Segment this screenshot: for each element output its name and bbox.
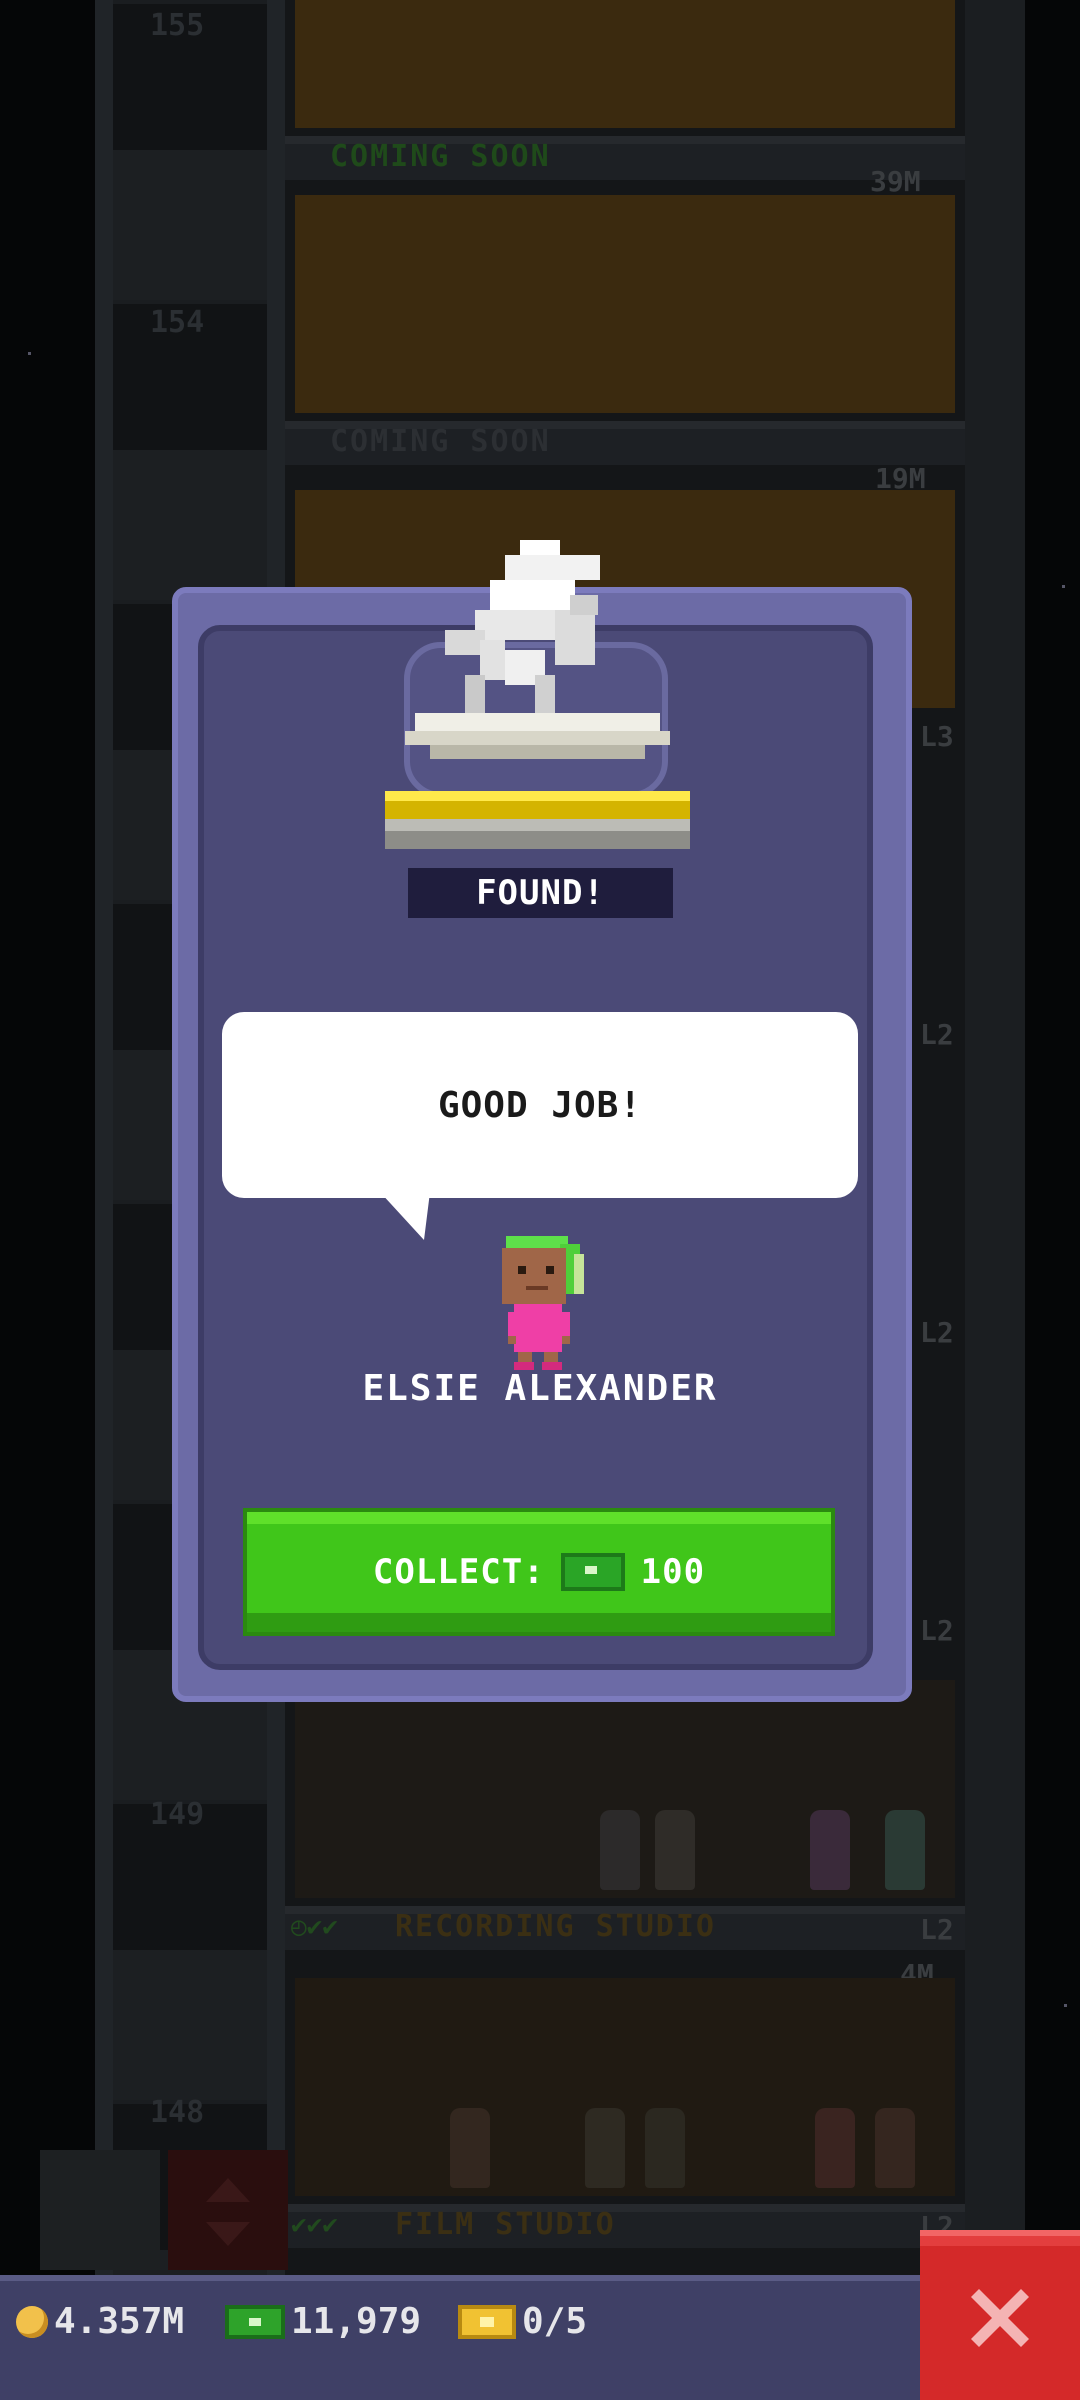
person — [585, 2108, 625, 2188]
level-label: L2 — [920, 1614, 954, 1647]
floor-number: 154 — [150, 305, 205, 340]
character-avatar — [502, 1236, 584, 1370]
floor-slab — [285, 2204, 965, 2248]
collect-button[interactable]: COLLECT: 100 — [243, 1508, 835, 1636]
elevator-stop-button[interactable] — [40, 2150, 160, 2270]
collect-label: COLLECT: — [372, 1552, 545, 1592]
collect-amount: 100 — [640, 1552, 706, 1592]
horse-trophy-icon — [385, 540, 690, 849]
bux-stat[interactable]: 11,979 — [225, 2301, 421, 2342]
tickets-value: 0/5 — [522, 2301, 588, 2342]
room-film-studio — [295, 1978, 955, 2196]
status-bar: 4.357M 11,979 0/5 — [0, 2275, 925, 2400]
level-label: L2 — [920, 1316, 954, 1349]
level-label: L2 — [920, 1018, 954, 1051]
floor-149[interactable]: ◴✔✔ RECORDING STUDIO — [285, 1660, 965, 1950]
elevator-up-down-button[interactable] — [168, 2150, 288, 2270]
person — [450, 2108, 490, 2188]
person — [810, 1810, 850, 1890]
floor-number: 148 — [150, 2095, 205, 2130]
bux-value: 11,979 — [291, 2301, 422, 2342]
close-button[interactable] — [920, 2230, 1080, 2400]
ticket-icon — [458, 2304, 516, 2339]
bux-icon — [560, 1553, 625, 1591]
speech-text: GOOD JOB! — [437, 1084, 643, 1126]
status-checks: ◴✔✔ — [291, 1912, 338, 1942]
level-label: L3 — [920, 720, 954, 753]
person — [815, 2108, 855, 2188]
floor-155[interactable]: COMING SOON — [285, 0, 965, 180]
room-construction — [295, 0, 955, 128]
person — [645, 2108, 685, 2188]
person — [875, 2108, 915, 2188]
room-construction — [295, 195, 955, 413]
speech-bubble: GOOD JOB! — [222, 1012, 858, 1198]
level-label: L2 — [920, 1913, 954, 1946]
floor-148[interactable]: ✔✔✔ FILM STUDIO — [285, 1958, 965, 2248]
person — [885, 1810, 925, 1890]
person — [600, 1810, 640, 1890]
up-down-arrows-icon — [206, 2178, 250, 2246]
close-icon — [971, 2289, 1029, 2347]
speech-bubble-tail — [380, 1192, 430, 1240]
bux-icon — [225, 2304, 285, 2339]
tickets-stat[interactable]: 0/5 — [458, 2301, 587, 2342]
person — [655, 1810, 695, 1890]
floor-number: 149 — [150, 1797, 205, 1832]
floor-label: RECORDING STUDIO — [395, 1909, 716, 1944]
character-name: ELSIE ALEXANDER — [362, 1368, 718, 1409]
floor-label: COMING SOON — [330, 424, 551, 459]
status-checks: ✔✔✔ — [291, 2210, 338, 2240]
coins-value: 4.357M — [54, 2301, 185, 2342]
floor-label: FILM STUDIO — [395, 2207, 616, 2242]
floor-154[interactable]: COMING SOON — [285, 175, 965, 465]
floor-number: 155 — [150, 8, 205, 43]
floor-label: COMING SOON — [330, 139, 551, 174]
star — [28, 352, 31, 355]
coins-stat[interactable]: 4.357M — [16, 2301, 184, 2342]
coin-icon — [16, 2305, 48, 2338]
found-label: FOUND! — [408, 868, 673, 918]
